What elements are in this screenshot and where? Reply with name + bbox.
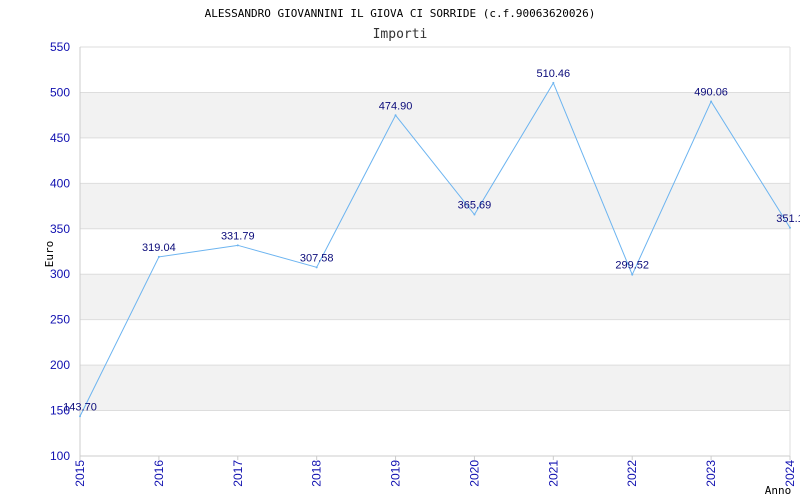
- data-point: [789, 226, 791, 229]
- data-point: [394, 114, 397, 117]
- data-point: [79, 415, 81, 418]
- data-point: [552, 81, 555, 84]
- data-label: 474.90: [379, 100, 413, 112]
- data-point: [157, 255, 160, 258]
- x-tick-label: 2015: [73, 460, 87, 487]
- x-tick-label: 2019: [389, 460, 403, 487]
- data-label: 319.04: [142, 242, 176, 254]
- x-tick-label: 2022: [625, 460, 639, 487]
- y-tick-label: 100: [50, 449, 70, 463]
- x-tick-label: 2024: [783, 460, 797, 487]
- grid-band: [80, 92, 790, 138]
- grid-band: [80, 274, 790, 320]
- data-point: [473, 213, 476, 216]
- x-tick-label: 2017: [231, 460, 245, 487]
- data-point: [710, 100, 713, 103]
- y-tick-label: 550: [50, 40, 70, 54]
- line-chart: ALESSANDRO GIOVANNINI IL GIOVA CI SORRID…: [43, 7, 800, 497]
- data-label: 510.46: [537, 68, 571, 80]
- y-tick-label: 450: [50, 131, 70, 145]
- data-label: 299.52: [615, 260, 649, 272]
- data-label: 490.06: [694, 86, 728, 98]
- grid-band: [80, 365, 790, 411]
- data-label: 143.70: [63, 401, 97, 413]
- y-axis-title: Euro: [43, 241, 56, 268]
- x-tick-label: 2021: [546, 460, 560, 487]
- data-point: [315, 266, 318, 269]
- x-tick-label: 2018: [310, 460, 324, 487]
- chart-title: ALESSANDRO GIOVANNINI IL GIOVA CI SORRID…: [205, 7, 596, 20]
- y-tick-label: 300: [50, 267, 70, 281]
- x-tick-label: 2016: [152, 460, 166, 487]
- x-tick-label: 2020: [467, 460, 481, 487]
- grid-band: [80, 183, 790, 229]
- x-tick-label: 2023: [704, 460, 718, 487]
- x-axis-ticks: 2015 2016 2017 2018 2019 2020 2021 2022 2023 2024: [73, 456, 797, 487]
- x-axis-title: Anno: [765, 484, 792, 497]
- y-tick-label: 400: [50, 176, 70, 190]
- data-label: 307.58: [300, 252, 334, 264]
- grid-bands: [80, 92, 790, 411]
- data-point: [631, 273, 634, 276]
- y-tick-label: 250: [50, 313, 70, 327]
- y-tick-label: 350: [50, 222, 70, 236]
- data-label: 351.1: [776, 213, 800, 225]
- data-point: [236, 244, 239, 247]
- y-tick-label: 500: [50, 85, 70, 99]
- y-tick-label: 200: [50, 358, 70, 372]
- chart-subtitle: Importi: [373, 27, 428, 42]
- data-label: 331.79: [221, 230, 255, 242]
- data-label: 365.69: [458, 200, 492, 212]
